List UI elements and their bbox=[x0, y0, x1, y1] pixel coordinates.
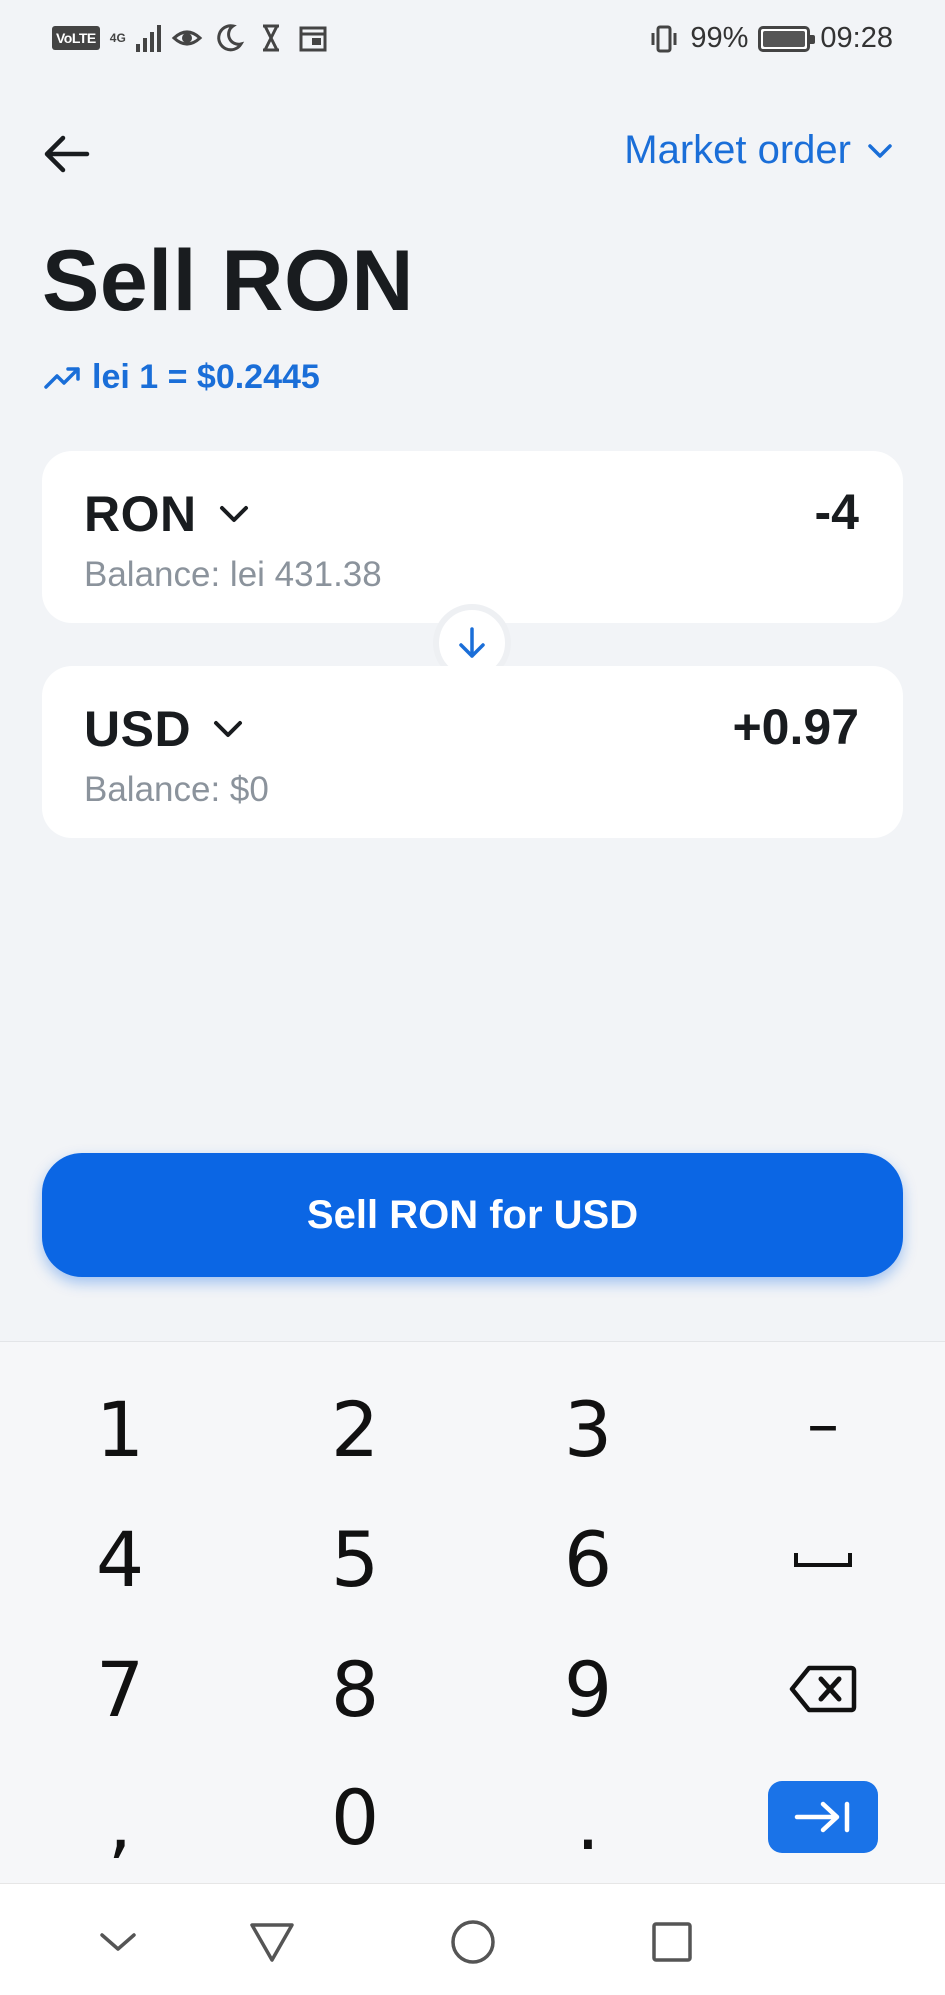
trending-up-icon bbox=[44, 366, 80, 389]
triangle-back-icon bbox=[250, 1923, 294, 1962]
chevron-down-icon bbox=[214, 721, 243, 737]
circle-home-icon bbox=[451, 1920, 495, 1964]
clock: 09:28 bbox=[820, 22, 893, 54]
status-bar: VoLTE 4G 99% 09:28 bbox=[0, 0, 945, 80]
key-4[interactable]: 4 bbox=[40, 1504, 200, 1614]
to-currency-selector[interactable]: USD bbox=[84, 700, 243, 758]
order-type-dropdown[interactable]: Market order bbox=[624, 128, 893, 173]
eye-icon bbox=[171, 30, 202, 46]
sell-button[interactable]: Sell RON for USD bbox=[42, 1153, 903, 1277]
nav-home-button[interactable] bbox=[443, 1912, 503, 1972]
vibrate-icon bbox=[651, 25, 677, 52]
key-enter-box bbox=[768, 1781, 878, 1853]
from-currency-selector[interactable]: RON bbox=[84, 485, 249, 543]
backspace-icon bbox=[789, 1665, 857, 1713]
key-1[interactable]: 1 bbox=[40, 1374, 200, 1484]
key-comma[interactable]: , bbox=[40, 1767, 200, 1877]
from-currency-card[interactable]: RON -4 Balance: lei 431.38 bbox=[42, 451, 903, 623]
key-space[interactable] bbox=[743, 1504, 903, 1614]
page-title: Sell RON bbox=[42, 233, 414, 329]
space-icon bbox=[794, 1553, 852, 1567]
arrow-down-icon bbox=[459, 627, 485, 658]
from-balance: Balance: lei 431.38 bbox=[84, 555, 382, 594]
key-6[interactable]: 6 bbox=[508, 1504, 668, 1614]
key-9[interactable]: 9 bbox=[508, 1634, 668, 1744]
chevron-down-icon bbox=[868, 143, 892, 158]
key-backspace[interactable] bbox=[743, 1634, 903, 1744]
key-7[interactable]: 7 bbox=[40, 1634, 200, 1744]
nav-back-button[interactable] bbox=[242, 1912, 302, 1972]
battery-icon bbox=[758, 25, 816, 52]
volte-indicator: VoLTE bbox=[52, 26, 100, 50]
key-8[interactable]: 8 bbox=[275, 1634, 435, 1744]
status-right: 99% 09:28 bbox=[648, 22, 893, 55]
tab-next-icon bbox=[794, 1801, 850, 1833]
system-nav-bar bbox=[0, 1883, 945, 1995]
order-type-label: Market order bbox=[624, 128, 851, 172]
battery-percent: 99% bbox=[690, 22, 749, 54]
calendar-icon bbox=[299, 26, 327, 52]
chevron-down-icon bbox=[100, 1933, 136, 1951]
nav-recents-button[interactable] bbox=[642, 1912, 702, 1972]
exchange-rate[interactable]: lei 1 = $0.2445 bbox=[44, 358, 320, 397]
key-5[interactable]: 5 bbox=[275, 1504, 435, 1614]
signal-icon bbox=[135, 24, 161, 52]
key-enter[interactable] bbox=[743, 1762, 903, 1872]
arrow-left-icon bbox=[44, 135, 90, 173]
from-currency-code: RON bbox=[84, 486, 197, 542]
key-dot[interactable]: . bbox=[508, 1767, 668, 1877]
hide-keyboard-button[interactable] bbox=[88, 1912, 148, 1972]
hourglass-icon bbox=[262, 24, 279, 52]
key-3[interactable]: 3 bbox=[508, 1374, 668, 1484]
back-button[interactable] bbox=[38, 126, 94, 182]
to-currency-code: USD bbox=[84, 701, 192, 757]
to-currency-card[interactable]: USD +0.97 Balance: $0 bbox=[42, 666, 903, 838]
key-2[interactable]: 2 bbox=[275, 1374, 435, 1484]
chevron-down-icon bbox=[219, 506, 248, 522]
status-left: VoLTE 4G bbox=[52, 22, 329, 54]
to-balance: Balance: $0 bbox=[84, 770, 269, 809]
moon-icon bbox=[217, 24, 244, 52]
from-amount-input[interactable]: -4 bbox=[815, 483, 859, 541]
network-type: 4G bbox=[109, 31, 126, 45]
key-0[interactable]: 0 bbox=[275, 1762, 435, 1872]
key-minus[interactable]: – bbox=[743, 1370, 903, 1480]
numeric-keyboard: 1 2 3 – 4 5 6 7 8 9 , 0 . bbox=[0, 1341, 945, 1883]
exchange-rate-text: lei 1 = $0.2445 bbox=[92, 358, 320, 396]
square-recents-icon bbox=[652, 1922, 692, 1962]
to-amount-input[interactable]: +0.97 bbox=[732, 698, 859, 756]
